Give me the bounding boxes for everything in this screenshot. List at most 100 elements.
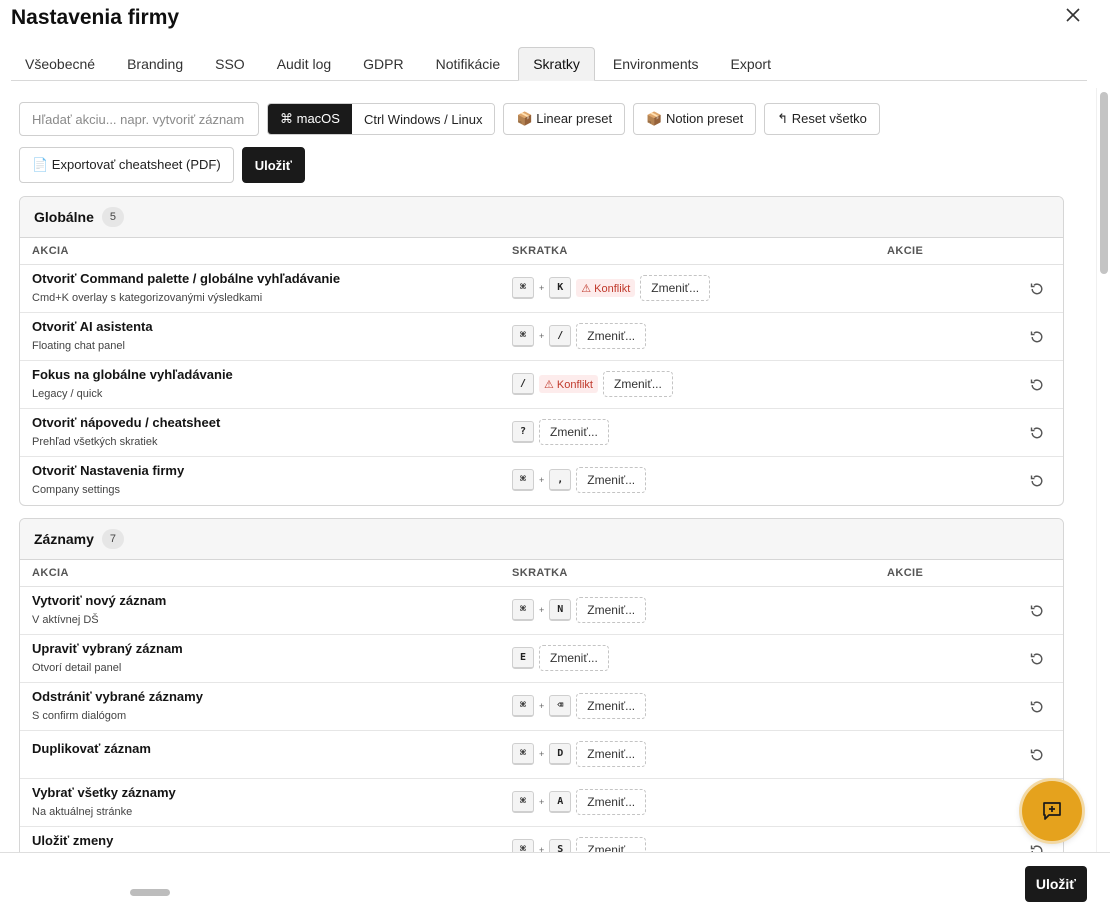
table-row: Odstrániť vybrané záznamy S confirm dialó… <box>20 683 1063 731</box>
action-title: Otvoriť nápovedu / cheatsheet <box>32 415 221 430</box>
action-title: Upraviť vybraný záznam <box>32 641 183 656</box>
change-shortcut-button[interactable]: Zmeniť... <box>603 371 673 397</box>
linear-preset-button[interactable]: 📦 Linear preset <box>503 103 626 135</box>
footer-save-button[interactable]: Uložiť <box>1024 866 1087 902</box>
key-cap: / <box>549 325 572 347</box>
plus-separator: + <box>539 701 545 711</box>
tab-environments[interactable]: Environments <box>599 47 713 81</box>
section-title: Globálne <box>34 209 94 225</box>
notion-preset-button[interactable]: 📦 Notion preset <box>633 103 757 135</box>
page-title: Nastavenia firmy <box>11 6 180 29</box>
action-title: Otvoriť AI asistenta <box>32 319 153 334</box>
change-shortcut-button[interactable]: Zmeniť... <box>576 693 647 719</box>
tab-gdpr[interactable]: GDPR <box>349 47 417 81</box>
tab-skratky[interactable]: Skratky <box>518 47 595 81</box>
key-cap: ⌘ <box>512 469 534 491</box>
change-shortcut-button[interactable]: Zmeniť... <box>539 419 609 445</box>
key-cap: , <box>549 469 572 491</box>
action-title: Uložiť zmeny <box>32 833 114 848</box>
action-description: Floating chat panel <box>32 340 125 352</box>
tab-vseobecne[interactable]: Všeobecné <box>11 47 109 81</box>
section-header: Globálne 5 <box>20 197 1063 238</box>
shortcut-keys: ? Zmeniť... <box>512 419 609 445</box>
plus-separator: + <box>539 845 545 852</box>
reset-icon[interactable] <box>1029 329 1045 345</box>
table-header: AKCIA SKRATKA AKCIE <box>20 560 1063 587</box>
table-row: Upraviť vybraný záznam Otvorí detail pane… <box>20 635 1063 683</box>
tab-export[interactable]: Export <box>717 47 785 81</box>
action-title: Vybrať všetky záznamy <box>32 785 176 800</box>
table-row: Otvoriť Nastavenia firmy Company settings… <box>20 457 1063 505</box>
key-cap: ⌘ <box>512 277 534 299</box>
reset-icon[interactable] <box>1029 651 1045 667</box>
reset-icon[interactable] <box>1029 281 1045 297</box>
reset-icon[interactable] <box>1029 377 1045 393</box>
table-row: Otvoriť AI asistenta Floating chat panel ⌘… <box>20 313 1063 361</box>
reset-icon[interactable] <box>1029 699 1045 715</box>
action-title: Fokus na globálne vyhľadávanie <box>32 367 233 382</box>
plus-separator: + <box>539 797 545 807</box>
shortcut-keys: ⌘ + / Zmeniť... <box>512 323 647 349</box>
section-zaznamy: Záznamy 7 AKCIA SKRATKA AKCIE Vytvoriť n… <box>19 518 1064 852</box>
reset-icon[interactable] <box>1029 603 1045 619</box>
plus-separator: + <box>539 283 545 293</box>
plus-separator: + <box>539 331 545 341</box>
shortcut-keys: ⌘ + S Zmeniť... <box>512 837 647 852</box>
change-shortcut-button[interactable]: Zmeniť... <box>576 789 647 815</box>
column-shortcut: SKRATKA <box>512 567 568 579</box>
section-count-badge: 7 <box>101 529 124 549</box>
shortcut-keys: ⌘ + A Zmeniť... <box>512 789 647 815</box>
action-description: Prehľad všetkých skratiek <box>32 436 158 448</box>
change-shortcut-button[interactable]: Zmeniť... <box>640 275 711 301</box>
key-cap: ⌘ <box>512 599 534 621</box>
section-title: Záznamy <box>34 531 94 547</box>
change-shortcut-button[interactable]: Zmeniť... <box>576 741 647 767</box>
modal-footer: Uložiť <box>0 852 1110 912</box>
action-description: S confirm dialógom <box>32 710 127 722</box>
shortcut-keys: / ⚠ Konflikt Zmeniť... <box>512 371 673 397</box>
table-row: Uložiť zmenyCommit záznamu⌘+SZmeniť... <box>20 827 1063 852</box>
conflict-badge: ⚠ Konflikt <box>576 279 636 297</box>
action-description: Otvorí detail panel <box>32 662 122 674</box>
tab-sso[interactable]: SSO <box>201 47 259 81</box>
change-shortcut-button[interactable]: Zmeniť... <box>576 467 647 493</box>
export-cheatsheet-button[interactable]: 📄 Exportovať cheatsheet (PDF) <box>19 147 234 183</box>
reset-icon[interactable] <box>1029 747 1045 763</box>
ai-chat-fab-button[interactable] <box>1022 781 1082 841</box>
key-cap: ⌘ <box>512 839 534 852</box>
reset-all-button[interactable]: ↰ Reset všetko <box>764 103 880 135</box>
action-title: Vytvoriť nový záznam <box>32 593 167 608</box>
reset-icon[interactable] <box>1029 425 1045 441</box>
change-shortcut-button[interactable]: Zmeniť... <box>576 837 647 852</box>
column-actions: AKCIE <box>887 245 924 257</box>
action-title: Duplikovať záznam <box>32 741 151 756</box>
shortcut-keys: ⌘ + N Zmeniť... <box>512 597 647 623</box>
scrollbar-thumb[interactable] <box>1100 92 1108 274</box>
reset-icon[interactable] <box>1029 473 1045 489</box>
key-cap: ⌘ <box>512 695 534 717</box>
column-actions: AKCIE <box>887 567 924 579</box>
platform-windows-button[interactable]: Ctrl Windows / Linux <box>351 104 495 134</box>
shortcut-keys: ⌘ +, Zmeniť... <box>512 467 647 493</box>
key-cap: ⌫ <box>549 695 572 717</box>
save-button[interactable]: Uložiť <box>241 147 305 183</box>
drag-handle[interactable] <box>130 889 170 896</box>
change-shortcut-button[interactable]: Zmeniť... <box>576 323 647 349</box>
tab-branding[interactable]: Branding <box>113 47 197 81</box>
platform-macos-button[interactable]: ⌘ macOS <box>268 104 352 134</box>
column-action: AKCIA <box>32 567 69 579</box>
table-row: Vytvoriť nový záznam V aktívnej DŠ ⌘ + N Zmen… <box>20 587 1063 635</box>
tab-notifikacie[interactable]: Notifikácie <box>422 47 515 81</box>
table-header: AKCIA SKRATKA AKCIE <box>20 238 1063 265</box>
section-header: Záznamy 7 <box>20 519 1063 560</box>
reset-icon[interactable] <box>1029 843 1045 852</box>
table-row: Fokus na globálne vyhľadávanie Legacy / q… <box>20 361 1063 409</box>
key-cap: ⌘ <box>512 325 534 347</box>
change-shortcut-button[interactable]: Zmeniť... <box>539 645 609 671</box>
change-shortcut-button[interactable]: Zmeniť... <box>576 597 647 623</box>
close-icon[interactable] <box>1062 4 1084 26</box>
key-cap: ⌘ <box>512 791 534 813</box>
search-input[interactable] <box>19 102 259 136</box>
action-title: Odstrániť vybrané záznamy <box>32 689 203 704</box>
tab-audit-log[interactable]: Audit log <box>263 47 345 81</box>
